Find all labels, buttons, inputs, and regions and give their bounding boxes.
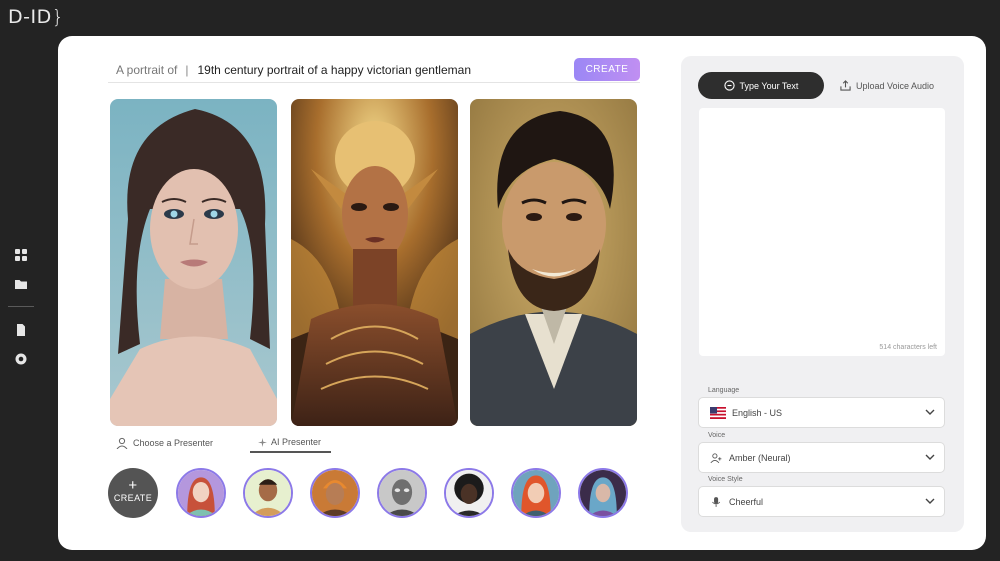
- chat-icon: [723, 80, 735, 91]
- tab-ai-presenter[interactable]: AI Presenter: [250, 433, 332, 453]
- avatar-2-image: [245, 470, 291, 516]
- us-flag-icon: [710, 406, 726, 419]
- tab-upload-audio[interactable]: Upload Voice Audio: [830, 72, 944, 99]
- avatar-3[interactable]: [310, 468, 360, 518]
- voice-style-value: Cheerful: [729, 496, 764, 507]
- avatar-4[interactable]: [377, 468, 427, 518]
- language-label: Language: [708, 387, 740, 394]
- avatar-1-image: [178, 470, 224, 516]
- voice-value: Amber (Neural): [729, 452, 791, 463]
- avatar-7-image: [580, 470, 626, 516]
- voice-style-select[interactable]: Cheerful: [698, 486, 945, 517]
- avatar-6[interactable]: [511, 468, 561, 518]
- script-panel: Type Your Text Upload Voice Audio 514 ch…: [681, 56, 964, 532]
- sparkle-icon: [258, 437, 267, 447]
- tab-choose-presenter[interactable]: Choose a Presenter: [116, 433, 213, 453]
- d-id-logo[interactable]: D-ID}: [8, 6, 64, 28]
- portrait-card-golden-figure[interactable]: [291, 99, 458, 426]
- tab-type-text[interactable]: Type Your Text: [698, 72, 824, 99]
- create-button[interactable]: CREATE: [574, 58, 640, 81]
- avatar-5-image: [446, 470, 492, 516]
- avatar-7[interactable]: [578, 468, 628, 518]
- prompt-prefix: A portrait of: [116, 63, 178, 77]
- voice-label: Voice: [708, 432, 726, 439]
- create-avatar-button[interactable]: + CREATE: [108, 468, 158, 518]
- avatar-1[interactable]: [176, 468, 226, 518]
- prompt-bar: A portrait of |: [108, 58, 640, 83]
- tab-upload-audio-label: Upload Voice Audio: [855, 80, 935, 91]
- avatar-5[interactable]: [444, 468, 494, 518]
- user-icon: [116, 437, 128, 449]
- language-select[interactable]: English - US: [698, 397, 945, 428]
- voice-user-icon: [710, 452, 722, 463]
- upload-icon: [840, 80, 851, 91]
- portrait-card-woman[interactable]: [110, 99, 277, 426]
- avatar-4-image: [379, 470, 425, 516]
- sidebar-divider: [8, 306, 34, 307]
- avatar-2[interactable]: [243, 468, 293, 518]
- portrait-woman-image: [110, 99, 277, 426]
- logo-brace: }: [51, 6, 65, 28]
- tab-type-text-label: Type Your Text: [739, 80, 799, 91]
- document-icon[interactable]: [15, 324, 27, 336]
- tab-choose-presenter-label: Choose a Presenter: [133, 438, 214, 448]
- chevron-down-icon: [925, 454, 935, 460]
- folder-icon[interactable]: [15, 278, 27, 290]
- voice-style-label: Voice Style: [708, 476, 743, 483]
- language-value: English - US: [732, 407, 783, 418]
- avatar-row: + CREATE: [108, 468, 648, 520]
- portrait-golden-figure-image: [291, 99, 458, 426]
- plus-icon: +: [128, 477, 138, 494]
- create-avatar-label: CREATE: [113, 493, 153, 503]
- avatar-6-image: [513, 470, 559, 516]
- prompt-input[interactable]: [197, 63, 568, 77]
- main-card: A portrait of | CREATE: [58, 36, 986, 550]
- tab-ai-presenter-label: AI Presenter: [271, 437, 322, 447]
- portrait-card-victorian-gentleman[interactable]: [470, 99, 637, 426]
- grid-icon[interactable]: [15, 249, 27, 261]
- avatar-3-image: [312, 470, 358, 516]
- script-text-area[interactable]: 514 characters left: [699, 108, 945, 356]
- logo-text: D-ID: [8, 6, 52, 28]
- prompt-separator: |: [185, 63, 189, 77]
- characters-left: 514 characters left: [879, 344, 937, 351]
- microphone-icon: [712, 496, 721, 507]
- chevron-down-icon: [925, 409, 935, 415]
- voice-select[interactable]: Amber (Neural): [698, 442, 945, 473]
- chevron-down-icon: [925, 498, 935, 504]
- help-icon[interactable]: [15, 353, 27, 365]
- portrait-victorian-gentleman-image: [470, 99, 637, 426]
